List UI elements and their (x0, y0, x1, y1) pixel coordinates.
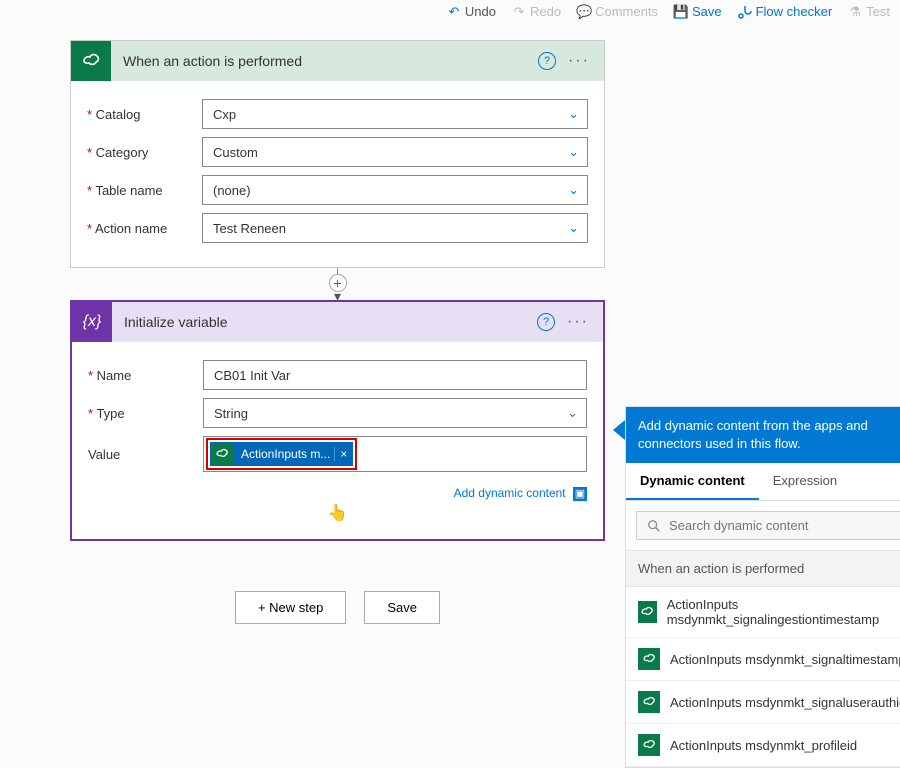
suggestion-text: ActionInputs msdynmkt_signaltimestamp (670, 652, 900, 667)
category-label: Category (87, 145, 202, 160)
save-button[interactable]: 💾 Save (674, 4, 722, 19)
search-icon (647, 519, 661, 533)
dataverse-icon (71, 41, 111, 81)
save-flow-button[interactable]: Save (364, 591, 440, 624)
dataverse-icon (211, 443, 233, 465)
more-menu-icon[interactable]: ··· (568, 52, 590, 70)
dataverse-icon (638, 601, 657, 623)
catalog-select[interactable]: Cxp⌄ (202, 99, 588, 129)
type-select[interactable]: String⌄ (203, 398, 587, 428)
trigger-title: When an action is performed (111, 53, 538, 69)
type-label: Type (88, 406, 203, 421)
variable-icon: {x} (72, 302, 112, 342)
name-label: Name (88, 368, 203, 383)
action-name-label: Action name (87, 221, 202, 236)
flow-checker-button[interactable]: Flow checker (738, 4, 833, 19)
suggestion-item[interactable]: ActionInputs msdynmkt_profileid (626, 724, 900, 767)
help-icon[interactable]: ? (538, 52, 556, 70)
action-body: Name Type String⌄ Value (72, 342, 603, 539)
panel-hint: Add dynamic content from the apps and co… (626, 407, 900, 463)
flask-icon: ⚗ (848, 5, 862, 19)
help-icon[interactable]: ? (537, 313, 555, 331)
flow-checker-icon (738, 5, 752, 19)
plus-icon: ▣ (573, 487, 587, 501)
suggestion-text: ActionInputs msdynmkt_signalingestiontim… (667, 597, 900, 627)
token-remove-button[interactable]: × (334, 447, 352, 461)
trigger-body: Catalog Cxp⌄ Category Custom⌄ Table name… (71, 81, 604, 267)
suggestion-item[interactable]: ActionInputs msdynmkt_signaluserauthid (626, 681, 900, 724)
test-button[interactable]: ⚗ Test (848, 4, 890, 19)
undo-button[interactable]: ↶ Undo (447, 4, 496, 19)
dataverse-icon (638, 691, 660, 713)
callout-pointer (613, 420, 625, 440)
panel-tabs: Dynamic content Expression (626, 463, 900, 501)
suggestion-text: ActionInputs msdynmkt_signaluserauthid (670, 695, 900, 710)
action-title: Initialize variable (112, 314, 537, 330)
redo-button: ↷ Redo (512, 4, 561, 19)
name-input[interactable] (203, 360, 587, 390)
chevron-down-icon: ⌄ (568, 144, 579, 160)
comments-button[interactable]: 💬 Comments (577, 4, 658, 19)
undo-label: Undo (465, 4, 496, 19)
save-icon: 💾 (674, 5, 688, 19)
table-name-label: Table name (87, 183, 202, 198)
dynamic-content-panel: Add dynamic content from the apps and co… (625, 406, 900, 768)
undo-icon: ↶ (447, 5, 461, 19)
value-input[interactable]: ActionInputs m... × (203, 436, 587, 472)
connector: + ▾ (70, 268, 605, 300)
more-menu-icon[interactable]: ··· (567, 313, 589, 331)
suggestion-text: ActionInputs msdynmkt_profileid (670, 738, 857, 753)
dataverse-icon (638, 734, 660, 756)
token-text: ActionInputs m... (237, 447, 334, 461)
suggestion-section-header: When an action is performed (626, 550, 900, 587)
chevron-down-icon: ⌄ (568, 182, 579, 198)
trigger-header[interactable]: When an action is performed ? ··· (71, 41, 604, 81)
save-label: Save (692, 4, 722, 19)
suggestion-item[interactable]: ActionInputs msdynmkt_signaltimestamp (626, 638, 900, 681)
action-header[interactable]: {x} Initialize variable ? ··· (72, 302, 603, 342)
drag-handle-icon[interactable]: 👆 (88, 503, 587, 523)
highlight-box: ActionInputs m... × (206, 438, 357, 470)
test-label: Test (866, 4, 890, 19)
search-input[interactable] (669, 518, 900, 533)
chevron-down-icon: ⌄ (568, 220, 579, 236)
value-label: Value (88, 447, 203, 462)
category-select[interactable]: Custom⌄ (202, 137, 588, 167)
catalog-label: Catalog (87, 107, 202, 122)
comments-label: Comments (595, 4, 658, 19)
table-name-select[interactable]: (none)⌄ (202, 175, 588, 205)
redo-icon: ↷ (512, 5, 526, 19)
redo-label: Redo (530, 4, 561, 19)
arrow-down-icon: ▾ (334, 292, 341, 300)
trigger-card[interactable]: When an action is performed ? ··· Catalo… (70, 40, 605, 268)
search-box[interactable] (636, 511, 900, 540)
suggestion-list: ActionInputs msdynmkt_signalingestiontim… (626, 587, 900, 767)
action-name-select[interactable]: Test Reneen⌄ (202, 213, 588, 243)
flow-checker-label: Flow checker (756, 4, 833, 19)
tab-dynamic-content[interactable]: Dynamic content (626, 463, 759, 500)
footer-buttons: + New step Save (70, 591, 605, 624)
dataverse-icon (638, 648, 660, 670)
action-card[interactable]: {x} Initialize variable ? ··· Name Type … (70, 300, 605, 541)
new-step-button[interactable]: + New step (235, 591, 346, 624)
comment-icon: 💬 (577, 5, 591, 19)
chevron-down-icon: ⌄ (568, 106, 579, 122)
command-bar: ↶ Undo ↷ Redo 💬 Comments 💾 Save Flow che… (447, 4, 890, 19)
tab-expression[interactable]: Expression (759, 463, 851, 500)
suggestion-item[interactable]: ActionInputs msdynmkt_signalingestiontim… (626, 587, 900, 638)
dynamic-token[interactable]: ActionInputs m... × (210, 442, 353, 466)
add-dynamic-content-link[interactable]: Add dynamic content ▣ (88, 480, 587, 501)
flow-canvas: When an action is performed ? ··· Catalo… (70, 40, 605, 624)
chevron-down-icon: ⌄ (567, 405, 578, 421)
